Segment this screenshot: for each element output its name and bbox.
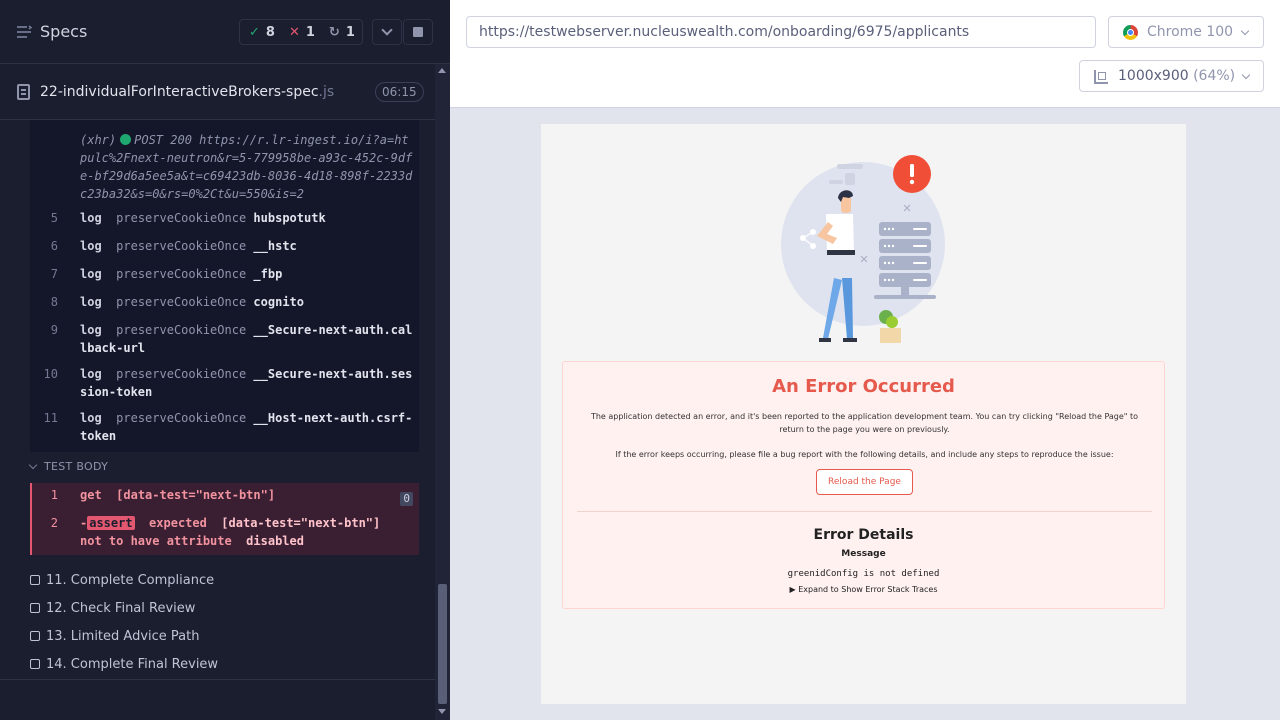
failed-count: 1 [305, 24, 315, 40]
failed-commands: 1 get [data-test="next-btn"] 0 2 - assert… [30, 483, 419, 555]
pending-stat: ↻ 1 [329, 25, 355, 40]
command-number: 9 [50, 323, 58, 337]
error-title: An Error Occurred [772, 376, 955, 397]
command-body: log preserveCookieOnce __Host-next-auth.… [80, 411, 413, 443]
check-icon: ✓ [249, 24, 260, 40]
ruler-icon [1094, 70, 1108, 84]
x-icon: ✕ [288, 24, 300, 40]
test-stats: ✓ 8 ✕ 1 ↻ 1 [239, 19, 363, 45]
expand-stack-traces[interactable]: ▶ Expand to Show Error Stack Traces [563, 585, 1164, 594]
status-dot-icon [120, 134, 132, 145]
document-icon [17, 84, 30, 100]
chrome-icon [1123, 25, 1138, 40]
checkbox-icon [30, 659, 40, 669]
chevron-down-icon [28, 460, 38, 470]
assert-badge: assert [87, 516, 135, 530]
error-details-title: Error Details [813, 527, 914, 543]
error-message: greenidConfig is not defined [787, 569, 940, 579]
command-number: 5 [50, 211, 58, 225]
error-illustration [781, 155, 945, 343]
test-item[interactable]: 14. Complete Final Review [30, 657, 218, 672]
test-item[interactable]: 13. Limited Advice Path [30, 629, 199, 644]
command-number: 11 [43, 411, 58, 425]
passed-stat: ✓ 8 [249, 25, 275, 40]
spinner-icon: ↻ [328, 24, 340, 40]
error-card: An Error Occurred The application detect… [562, 361, 1165, 609]
command-number: 10 [43, 367, 58, 381]
test-body-header[interactable]: TEST BODY [28, 460, 108, 473]
error-description: The application detected an error, and i… [590, 412, 1139, 434]
failed-stat: ✕ 1 [289, 25, 315, 40]
command-body: log preserveCookieOnce __hstc [80, 239, 297, 253]
reload-page-button[interactable]: Reload the Page [816, 469, 913, 495]
viewport-size: 1000x900 [1118, 68, 1189, 84]
scrollbar-thumb[interactable] [438, 584, 447, 704]
spec-duration: 06:15 [375, 82, 424, 102]
test-item[interactable]: 12. Check Final Review [30, 601, 195, 616]
command-body: log preserveCookieOnce _fbp [80, 267, 283, 281]
app-preview: An Error Occurred The application detect… [541, 124, 1186, 704]
command-log: (xhr) POST 200 https://r.lr-ingest.io/i?a… [30, 120, 419, 452]
checkbox-icon [30, 575, 40, 585]
specs-header: Specs ✓ 8 ✕ 1 ↻ 1 [0, 0, 450, 64]
url-bar[interactable]: https://testwebserver.nucleuswealth.com/… [466, 16, 1096, 48]
viewport-selector[interactable]: 1000x900 (64%) [1079, 60, 1264, 92]
chevron-down-icon [1240, 26, 1250, 36]
pending-count: 1 [345, 24, 355, 40]
menu-icon[interactable] [16, 24, 32, 40]
command-body: log preserveCookieOnce hubspotutk [80, 211, 326, 225]
command-number: 6 [50, 239, 58, 253]
checkbox-icon [30, 631, 40, 641]
command-number: 7 [50, 267, 58, 281]
viewport-scale: (64%) [1193, 68, 1236, 84]
divider [0, 679, 435, 680]
checkbox-icon [30, 603, 40, 613]
reporter-panel: Specs ✓ 8 ✕ 1 ↻ 1 22-individualForIntera… [0, 0, 450, 720]
stop-button[interactable] [403, 19, 433, 45]
browser-selector[interactable]: Chrome 100 [1108, 16, 1264, 48]
divider [577, 511, 1152, 512]
chevron-down-icon [1241, 70, 1251, 80]
test-item[interactable]: 11. Complete Compliance [30, 573, 214, 588]
stop-icon [413, 27, 423, 37]
passed-count: 8 [265, 24, 275, 40]
element-count-badge: 0 [400, 492, 413, 506]
command-body: log preserveCookieOnce __Secure-next-aut… [80, 323, 413, 355]
aut-toolbar: https://testwebserver.nucleuswealth.com/… [450, 0, 1280, 108]
scroll-down-icon[interactable] [438, 709, 446, 714]
spec-file-name: 22-individualForInteractiveBrokers-spec.… [40, 84, 335, 100]
triangle-right-icon: ▶ [789, 585, 799, 594]
command-number: 8 [50, 295, 58, 309]
command-body: log preserveCookieOnce __Secure-next-aut… [80, 367, 413, 399]
message-label: Message [841, 549, 886, 559]
command-body: log preserveCookieOnce cognito [80, 295, 304, 309]
browser-label: Chrome 100 [1147, 24, 1234, 40]
error-instructions: If the error keeps occurring, please fil… [615, 450, 1114, 459]
scroll-up-icon[interactable] [438, 68, 446, 73]
spec-file-header[interactable]: 22-individualForInteractiveBrokers-spec.… [0, 64, 435, 120]
options-dropdown-button[interactable] [372, 19, 402, 45]
chevron-down-icon [381, 24, 393, 36]
specs-title[interactable]: Specs [40, 22, 87, 41]
scrollbar[interactable] [435, 64, 450, 720]
